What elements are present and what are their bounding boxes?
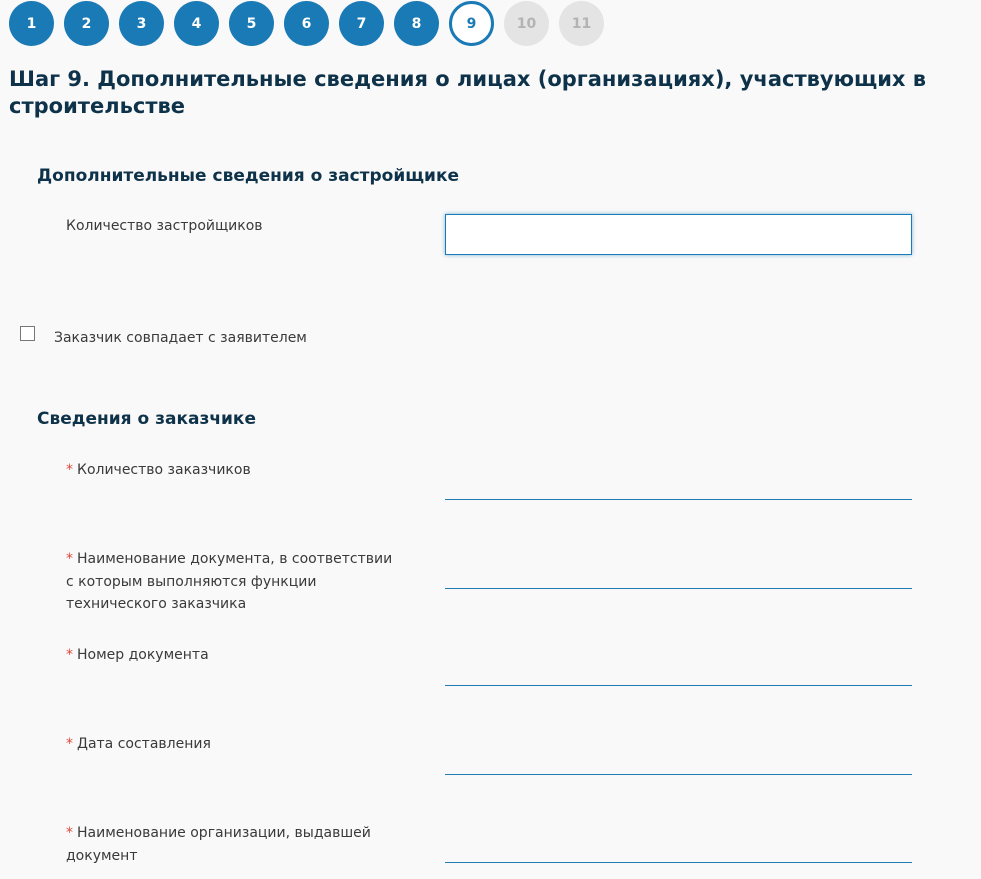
- required-marker: *: [66, 736, 73, 752]
- required-marker: *: [66, 825, 73, 841]
- step-6-button[interactable]: 6: [284, 1, 329, 46]
- field-label-text: Дата составления: [77, 736, 211, 752]
- field-label-text: Номер документа: [77, 647, 209, 663]
- required-marker: *: [66, 462, 73, 478]
- field-label-text: Наименование документа, в соответствии с…: [66, 551, 393, 612]
- document-name-input[interactable]: [445, 559, 912, 589]
- step-2-button[interactable]: 2: [64, 1, 109, 46]
- step-4-button[interactable]: 4: [174, 1, 219, 46]
- document-number-label: * Номер документа: [66, 644, 396, 667]
- step-9-current[interactable]: 9: [449, 1, 494, 46]
- customer-same-checkbox[interactable]: [20, 326, 35, 341]
- step-11-button: 11: [559, 1, 604, 46]
- issue-date-label: * Дата составления: [66, 733, 396, 756]
- required-marker: *: [66, 551, 73, 567]
- issuing-organization-label: * Наименование организации, выдавшей доку…: [66, 822, 396, 867]
- required-marker: *: [66, 647, 73, 663]
- developer-count-input[interactable]: [445, 214, 912, 255]
- customer-section-title: Сведения о заказчике: [37, 409, 256, 429]
- step-10-button: 10: [504, 1, 549, 46]
- field-label-text: Количество заказчиков: [77, 462, 251, 478]
- document-name-label: * Наименование документа, в соответствии …: [66, 548, 396, 616]
- step-7-button[interactable]: 7: [339, 1, 384, 46]
- customer-count-input[interactable]: [445, 470, 912, 500]
- page-title: Шаг 9. Дополнительные сведения о лицах (…: [9, 67, 927, 118]
- developer-count-label: Количество застройщиков: [66, 218, 263, 234]
- customer-same-checkbox-label[interactable]: Заказчик совпадает с заявителем: [54, 327, 307, 349]
- document-number-input[interactable]: [445, 656, 912, 686]
- developer-section-title: Дополнительные сведения о застройщике: [37, 166, 460, 186]
- customer-count-label: * Количество заказчиков: [66, 459, 396, 482]
- step-5-button[interactable]: 5: [229, 1, 274, 46]
- issuing-organization-input[interactable]: [445, 833, 912, 863]
- step-1-button[interactable]: 1: [9, 1, 54, 46]
- field-label-text: Наименование организации, выдавшей докум…: [66, 825, 371, 864]
- step-8-button[interactable]: 8: [394, 1, 439, 46]
- issue-date-input[interactable]: [445, 745, 912, 775]
- step-3-button[interactable]: 3: [119, 1, 164, 46]
